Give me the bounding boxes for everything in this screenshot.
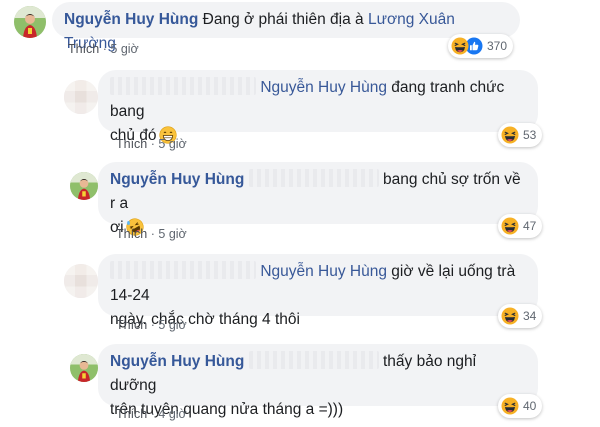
redacted-tag — [248, 351, 379, 369]
comment-time[interactable]: 5 giờ — [158, 137, 186, 151]
reaction-count: 47 — [523, 219, 537, 233]
avatar-photo-icon — [14, 6, 46, 38]
haha-reaction-icon — [501, 217, 519, 235]
reaction-count: 370 — [487, 39, 508, 53]
reaction-summary[interactable]: 47 — [498, 214, 543, 238]
comment-bubble: Nguyễn Huy Hùng bang chủ sợ trốn về r a … — [98, 162, 538, 236]
meta-separator: · — [150, 227, 155, 241]
comment-time[interactable]: 5 giờ — [110, 42, 138, 56]
comment-tag[interactable]: Nguyễn Huy Hùng — [260, 79, 387, 96]
comment-author[interactable]: Nguyễn Huy Hùng — [64, 11, 198, 28]
comment-author[interactable]: Nguyễn Huy Hùng — [110, 171, 244, 188]
avatar[interactable] — [64, 264, 98, 298]
comment-meta: Thích · 5 giờ — [68, 42, 139, 56]
like-action[interactable]: Thích — [116, 407, 147, 421]
comment-bubble: Nguyễn Huy Hùng đang tranh chức bang chủ… — [98, 70, 538, 144]
meta-separator: · — [150, 137, 155, 151]
haha-reaction-icon — [451, 37, 469, 55]
comment-author[interactable]: Nguyễn Huy Hùng — [110, 353, 244, 370]
redacted-author — [110, 77, 256, 95]
comment-meta: Thích · 5 giờ — [116, 227, 187, 241]
meta-separator: · — [102, 42, 107, 56]
reaction-count: 40 — [523, 399, 537, 413]
redacted-author — [110, 261, 256, 279]
comment-tag[interactable]: Nguyễn Huy Hùng — [260, 263, 387, 280]
avatar-photo-icon — [70, 172, 98, 200]
like-action[interactable]: Thích — [116, 137, 147, 151]
reaction-summary[interactable]: 34 — [498, 304, 543, 328]
like-action[interactable]: Thích — [68, 42, 99, 56]
like-action[interactable]: Thích — [116, 227, 147, 241]
redacted-tag — [248, 169, 379, 187]
haha-reaction-icon — [501, 397, 519, 415]
comment-meta: Thích · 5 giờ — [116, 318, 187, 332]
avatar[interactable] — [64, 80, 98, 114]
meta-separator: · — [150, 407, 155, 421]
comment-text: Đang ở phái thiên địa à — [202, 11, 364, 28]
reaction-summary[interactable]: 370 — [448, 34, 514, 58]
avatar[interactable] — [14, 6, 46, 38]
comment-time[interactable]: 5 giờ — [158, 318, 186, 332]
meta-separator: · — [150, 318, 155, 332]
haha-reaction-icon — [501, 126, 519, 144]
reaction-count: 53 — [523, 128, 537, 142]
avatar[interactable] — [70, 172, 98, 200]
avatar-photo-icon — [70, 354, 98, 382]
reaction-summary[interactable]: 53 — [498, 123, 543, 147]
avatar[interactable] — [70, 354, 98, 382]
comment-bubble: Nguyễn Huy Hùng giờ về lại uống trà 14-2… — [98, 254, 538, 328]
comment-time[interactable]: 5 giờ — [158, 227, 186, 241]
comment-meta: Thích · 5 giờ — [116, 137, 187, 151]
haha-reaction-icon — [501, 307, 519, 325]
like-action[interactable]: Thích — [116, 318, 147, 332]
reaction-count: 34 — [523, 309, 537, 323]
comment-time[interactable]: 4 giờ — [158, 407, 186, 421]
comment-bubble: Nguyễn Huy Hùng Đang ở phái thiên địa à … — [52, 2, 520, 52]
comment-bubble: Nguyễn Huy Hùng thấy bảo nghỉ dưỡng trên… — [98, 344, 538, 418]
reaction-summary[interactable]: 40 — [498, 394, 543, 418]
comment-meta: Thích · 4 giờ — [116, 407, 187, 421]
